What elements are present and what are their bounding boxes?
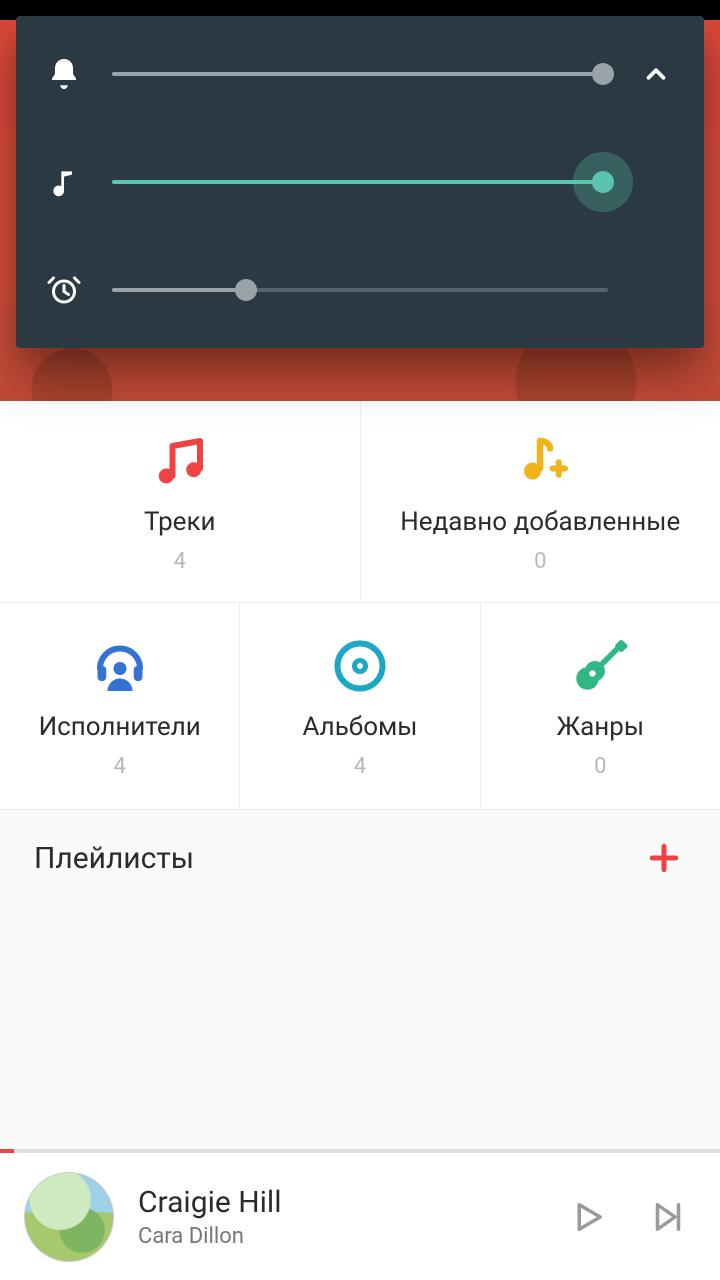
alarm-clock-icon xyxy=(44,270,84,310)
category-count: 4 xyxy=(113,754,125,779)
category-tracks[interactable]: Треки 4 xyxy=(0,401,361,603)
alarm-volume-slider[interactable] xyxy=(112,270,608,310)
bell-icon xyxy=(44,54,84,94)
category-artists[interactable]: Исполнители 4 xyxy=(0,603,240,810)
play-button[interactable] xyxy=(560,1189,616,1245)
playback-progress-fill xyxy=(0,1149,14,1153)
playback-progress[interactable] xyxy=(0,1149,720,1153)
volume-row-alarm xyxy=(44,260,676,320)
category-label: Исполнители xyxy=(39,712,201,742)
category-genres[interactable]: Жанры 0 xyxy=(481,603,720,810)
track-meta: Craigie Hill Cara Dillon xyxy=(138,1185,536,1249)
music-note-icon xyxy=(44,162,84,202)
mini-player[interactable]: Craigie Hill Cara Dillon xyxy=(0,1153,720,1280)
disc-icon xyxy=(328,634,392,698)
playlists-header: Плейлисты xyxy=(0,810,720,906)
category-albums[interactable]: Альбомы 4 xyxy=(240,603,480,810)
category-count: 0 xyxy=(534,549,546,574)
category-label: Недавно добавленные xyxy=(400,507,680,537)
ringer-volume-slider[interactable] xyxy=(112,54,608,94)
category-recent[interactable]: Недавно добавленные 0 xyxy=(361,401,720,603)
playlists-title: Плейлисты xyxy=(34,841,194,876)
category-count: 4 xyxy=(174,549,186,574)
track-artist: Cara Dillon xyxy=(138,1224,536,1249)
category-label: Альбомы xyxy=(302,712,417,742)
collapse-panel-button[interactable] xyxy=(636,54,676,94)
volume-row-ringer xyxy=(44,44,676,104)
guitar-icon xyxy=(568,634,632,698)
category-count: 0 xyxy=(594,754,606,779)
category-row-2: Исполнители 4 Альбомы 4 xyxy=(0,603,720,810)
track-title: Craigie Hill xyxy=(138,1185,536,1220)
next-button[interactable] xyxy=(640,1189,696,1245)
category-count: 4 xyxy=(354,754,366,779)
volume-panel xyxy=(16,16,704,348)
note-plus-icon xyxy=(508,429,572,493)
category-label: Жанры xyxy=(557,712,645,742)
category-label: Треки xyxy=(144,507,216,537)
playlists-empty-area xyxy=(0,906,720,1149)
add-playlist-button[interactable] xyxy=(642,836,686,880)
music-note-icon xyxy=(148,429,212,493)
headphones-person-icon xyxy=(88,634,152,698)
volume-row-media xyxy=(44,152,676,212)
media-volume-slider[interactable] xyxy=(112,162,608,202)
category-row-1: Треки 4 Недавно добавленные 0 xyxy=(0,401,720,603)
album-art xyxy=(24,1172,114,1262)
